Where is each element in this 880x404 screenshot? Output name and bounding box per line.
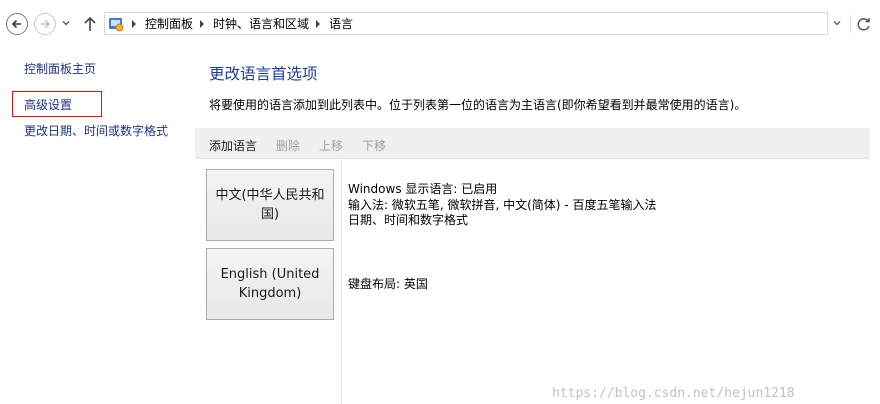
chevron-down-icon[interactable] [61,18,71,28]
control-panel-icon [109,17,124,31]
breadcrumb-separator [132,19,136,28]
language-detail-line: 日期、时间和数字格式 [348,213,469,227]
sidebar-link-change-date-time-format[interactable]: 更改日期、时间或数字格式 [24,122,168,139]
language-name: 中文(中华人民共和国) [215,188,325,222]
up-arrow-icon[interactable] [82,15,98,33]
add-language-button[interactable]: 添加语言 [209,137,257,154]
language-details-chinese: Windows 显示语言: 已启用 输入法: 微软五笔, 微软拼音, 中文(简体… [348,182,656,229]
move-down-button[interactable]: 下移 [362,137,386,154]
back-arrow-icon [11,19,21,29]
back-button[interactable] [6,13,28,35]
remove-button[interactable]: 删除 [276,137,300,154]
language-toolbar: 添加语言 删除 上移 下移 [195,128,870,159]
breadcrumb-control-panel[interactable]: 控制面板 [145,15,193,32]
address-toolbar: 控制面板 时钟、语言和区域 语言 [0,0,880,52]
forward-arrow-icon [41,19,51,29]
language-details-english: 键盘布局: 英国 [348,277,428,293]
forward-button[interactable] [34,13,56,35]
language-item-english[interactable]: English (United Kingdom) [206,248,334,320]
watermark: https://blog.csdn.net/hejun1218 [552,386,795,401]
language-name: English (United Kingdom) [220,267,320,301]
page-description: 将要使用的语言添加到此列表中。位于列表第一位的语言为主语言(即你希望看到并最常使… [209,98,747,112]
sidebar-link-control-panel-home[interactable]: 控制面板主页 [24,60,96,77]
language-detail-line: 输入法: 微软五笔, 微软拼音, 中文(简体) - 百度五笔输入法 [348,197,657,212]
refresh-icon[interactable] [850,15,873,33]
address-history-chevron-down-icon[interactable] [832,18,842,28]
language-detail-line: 键盘布局: 英国 [348,277,428,291]
address-bar[interactable]: 控制面板 时钟、语言和区域 语言 [104,12,828,35]
breadcrumb-separator [316,19,321,28]
move-up-button[interactable]: 上移 [319,137,343,154]
language-detail-line: Windows 显示语言: 已启用 [348,182,498,196]
breadcrumb-separator [200,19,205,28]
sidebar-link-advanced-settings[interactable]: 高级设置 [24,96,72,113]
language-item-chinese[interactable]: 中文(中华人民共和国) [206,169,334,241]
page-title: 更改语言首选项 [209,65,318,83]
list-divider [341,159,342,404]
breadcrumb-language[interactable]: 语言 [329,15,353,32]
breadcrumb-clock-language-region[interactable]: 时钟、语言和区域 [213,15,309,32]
